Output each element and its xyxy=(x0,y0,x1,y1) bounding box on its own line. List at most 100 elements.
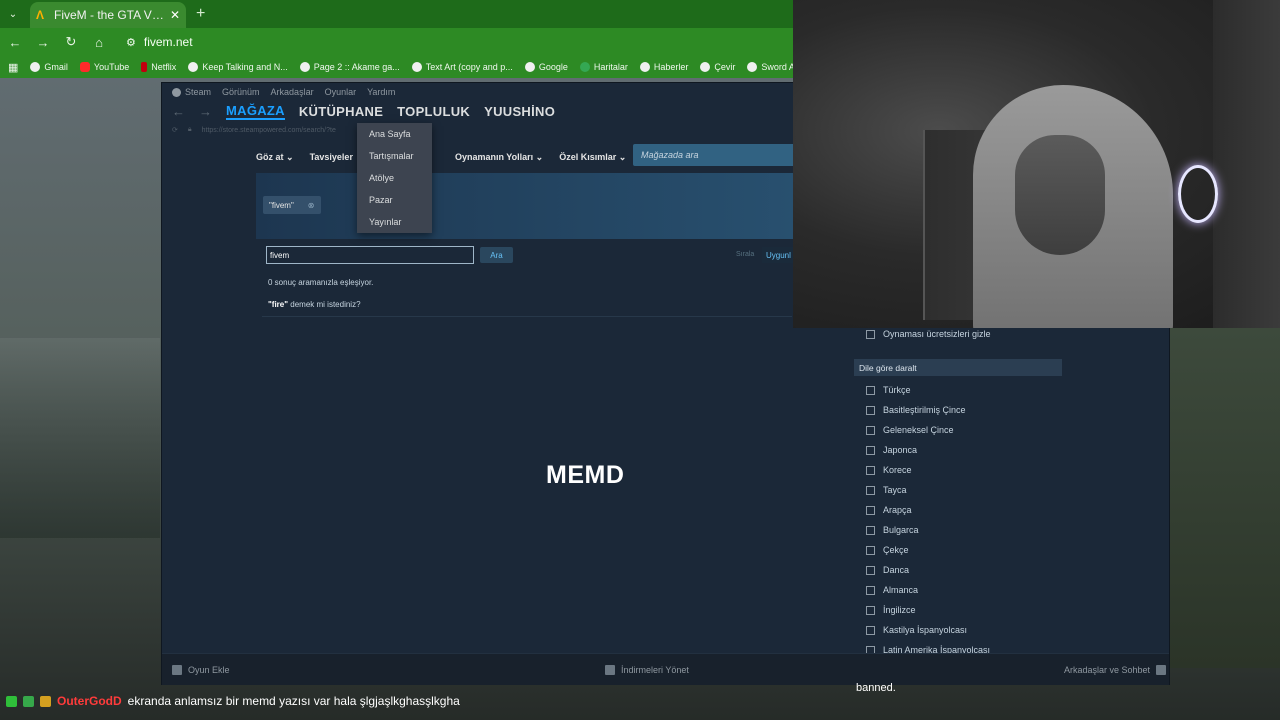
language-option[interactable]: Geleneksel Çince xyxy=(866,425,954,435)
home-icon[interactable]: ⌂ xyxy=(92,35,106,50)
tab-store[interactable]: MAĞAZA xyxy=(226,103,285,120)
checkbox[interactable] xyxy=(866,565,875,575)
bookmark-haberler[interactable]: Haberler xyxy=(639,62,688,72)
manage-downloads-button[interactable]: İndirmeleri Yönet xyxy=(605,665,689,675)
browser-tab-fivem[interactable]: Λ FiveM - the GTA V multiplayer ✕ xyxy=(30,2,186,28)
checkbox[interactable] xyxy=(866,465,875,475)
chevron-down-icon: ⌄ xyxy=(286,151,294,162)
steam-menu-friends[interactable]: Arkadaşlar xyxy=(271,87,314,97)
steam-back-icon[interactable]: ← xyxy=(172,104,185,119)
checkbox[interactable] xyxy=(866,329,875,339)
checkbox[interactable] xyxy=(866,585,875,595)
checkbox[interactable] xyxy=(866,605,875,615)
tab-search-icon[interactable]: ⌄ xyxy=(2,3,24,25)
tab-community[interactable]: TOPLULUK xyxy=(397,104,470,119)
divider xyxy=(262,316,792,317)
forward-arrow-icon[interactable]: → xyxy=(36,35,50,50)
checkbox[interactable] xyxy=(866,485,875,495)
overlay-text: MEMD xyxy=(546,461,625,489)
tab-profile[interactable]: YUUSHİNO xyxy=(484,104,555,119)
checkbox[interactable] xyxy=(866,625,875,635)
checkbox[interactable] xyxy=(866,505,875,515)
bookmark-youtube[interactable]: YouTube xyxy=(79,62,129,72)
menu-item-market[interactable]: Pazar xyxy=(369,195,393,205)
hide-free-filter[interactable]: Oynaması ücretsizleri gizle xyxy=(866,329,991,339)
bookmark-text-art[interactable]: Text Art (copy and p... xyxy=(411,62,513,72)
bookmark-gmail[interactable]: Gmail xyxy=(30,62,68,72)
chat-message: OuterGodD ekranda anlamsız bir memd yazı… xyxy=(6,694,460,708)
language-option[interactable]: Kastilya İspanyolcası xyxy=(866,625,967,635)
checkbox[interactable] xyxy=(866,385,875,395)
sort-dropdown[interactable]: Uygunl xyxy=(762,247,795,263)
maps-icon xyxy=(579,62,590,72)
address-bar[interactable]: ⚙ fivem.net xyxy=(126,35,193,49)
menu-item-workshop[interactable]: Atölye xyxy=(369,173,394,183)
store-nav-browse[interactable]: Göz at ⌄ xyxy=(256,152,294,163)
steam-reload-icon[interactable]: ⟳ xyxy=(172,126,178,134)
chevron-down-icon: ⌄ xyxy=(618,151,627,162)
fivem-favicon-icon: Λ xyxy=(36,8,45,22)
bookmark-cevir[interactable]: Çevir xyxy=(700,62,735,72)
language-option[interactable]: Almanca xyxy=(866,585,918,595)
webcam-overlay xyxy=(793,0,1280,328)
tab-library[interactable]: KÜTÜPHANE xyxy=(299,104,383,119)
language-option[interactable]: Japonca xyxy=(866,445,917,455)
language-option[interactable]: Danca xyxy=(866,565,909,575)
add-game-button[interactable]: Oyun Ekle xyxy=(172,665,230,675)
search-button[interactable]: Ara xyxy=(480,247,513,263)
language-option[interactable]: Tayca xyxy=(866,485,907,495)
checkbox[interactable] xyxy=(866,445,875,455)
globe-icon xyxy=(700,62,711,72)
plus-icon xyxy=(172,665,182,675)
globe-icon xyxy=(524,62,535,72)
search-filter-chip[interactable]: "fivem" ⊗ xyxy=(263,196,321,214)
tab-close-icon[interactable]: ✕ xyxy=(170,8,180,22)
search-term-row: Ara xyxy=(266,246,513,264)
steam-menu-steam[interactable]: Steam xyxy=(172,87,211,97)
bookmark-netflix[interactable]: Netflix xyxy=(141,62,176,72)
side-caption: banned. xyxy=(856,682,896,694)
checkbox[interactable] xyxy=(866,525,875,535)
bookmark-keep-talking[interactable]: Keep Talking and N... xyxy=(188,62,288,72)
store-nav-recommendations[interactable]: Tavsiyeler xyxy=(310,152,353,162)
suggested-term-link[interactable]: "fire" xyxy=(268,300,288,309)
friends-chat-button[interactable]: Arkadaşlar ve Sohbet xyxy=(1064,665,1167,675)
menu-item-home[interactable]: Ana Sayfa xyxy=(369,129,411,139)
search-term-input[interactable] xyxy=(266,246,474,264)
language-option[interactable]: Çekçe xyxy=(866,545,909,555)
bookmark-google[interactable]: Google xyxy=(524,62,568,72)
store-nav-special-sections[interactable]: Özel Kısımlar ⌄ xyxy=(559,152,626,163)
remove-filter-icon[interactable]: ⊗ xyxy=(308,201,315,210)
language-option[interactable]: İngilizce xyxy=(866,605,916,615)
new-tab-button[interactable]: + xyxy=(196,5,205,23)
checkbox[interactable] xyxy=(866,545,875,555)
steam-menu-view[interactable]: Görünüm xyxy=(222,87,260,97)
did-you-mean: "fire" demek mi istediniz? xyxy=(268,300,361,309)
reload-icon[interactable]: ↻ xyxy=(64,34,78,50)
bookmark-haritalar[interactable]: Haritalar xyxy=(579,62,628,72)
steam-menu-games[interactable]: Oyunlar xyxy=(325,87,357,97)
store-search-input[interactable]: Mağazada ara xyxy=(633,144,803,166)
checkbox[interactable] xyxy=(866,425,875,435)
menu-item-broadcasts[interactable]: Yayınlar xyxy=(369,217,401,227)
steam-url-bar: ⟳ 🔒︎ https://store.steampowered.com/sear… xyxy=(172,126,336,134)
language-option[interactable]: Korece xyxy=(866,465,912,475)
steam-menu-help[interactable]: Yardım xyxy=(367,87,395,97)
language-filter-header[interactable]: Dile göre daralt xyxy=(854,359,1062,376)
site-info-icon[interactable]: ⚙ xyxy=(126,36,136,49)
checkbox[interactable] xyxy=(866,405,875,415)
apps-grid-icon[interactable]: ▦ xyxy=(8,61,18,74)
headset-light xyxy=(1178,165,1218,223)
globe-icon xyxy=(30,62,41,72)
language-option[interactable]: Arapça xyxy=(866,505,912,515)
globe-icon xyxy=(299,62,310,72)
menu-item-discussions[interactable]: Tartışmalar xyxy=(369,151,414,161)
back-arrow-icon[interactable]: ← xyxy=(8,35,22,50)
language-option[interactable]: Basitleştirilmiş Çince xyxy=(866,405,966,415)
language-option[interactable]: Bulgarca xyxy=(866,525,919,535)
bookmark-akame[interactable]: Page 2 :: Akame ga... xyxy=(299,62,400,72)
store-nav-ways-to-play[interactable]: Oynamanın Yolları ⌄ xyxy=(455,152,543,163)
globe-icon xyxy=(747,62,758,72)
steam-forward-icon[interactable]: → xyxy=(199,104,212,119)
language-option[interactable]: Türkçe xyxy=(866,385,911,395)
